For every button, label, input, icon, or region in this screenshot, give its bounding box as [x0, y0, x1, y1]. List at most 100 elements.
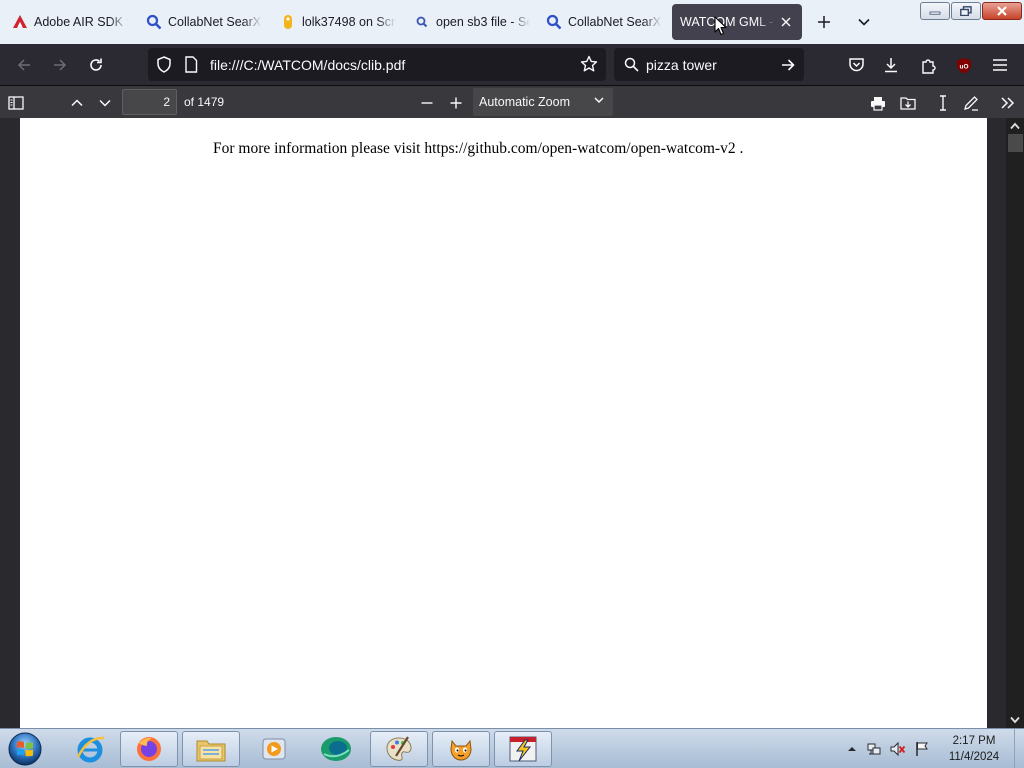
- tab-strip: Adobe AIR SDK f CollabNet SearX lolk3749…: [0, 0, 1024, 44]
- chevron-down-icon: [858, 18, 870, 26]
- plus-icon: [818, 16, 830, 28]
- action-center-flag-icon[interactable]: [914, 741, 930, 757]
- page-icon[interactable]: [184, 56, 198, 78]
- firefox-icon: [137, 737, 161, 761]
- reload-button[interactable]: [83, 52, 109, 78]
- scratch-icon: [280, 14, 296, 30]
- zoom-out-button[interactable]: [414, 90, 440, 116]
- taskbar-scratch[interactable]: [432, 731, 490, 767]
- pencil-icon: [964, 96, 978, 111]
- next-page-button[interactable]: [92, 90, 118, 116]
- tab-collabnet-searx-1[interactable]: CollabNet SearX: [136, 4, 262, 40]
- start-button[interactable]: [6, 731, 44, 767]
- url-text[interactable]: file:///C:/WATCOM/docs/clib.pdf: [210, 57, 405, 73]
- minimize-button[interactable]: [920, 2, 950, 20]
- paint-palette-icon: [386, 736, 412, 761]
- search-icon: [624, 57, 639, 77]
- tools-menu-button[interactable]: [995, 90, 1021, 116]
- back-button[interactable]: [11, 52, 37, 78]
- reload-icon: [90, 58, 102, 71]
- sidebar-toggle-button[interactable]: [3, 90, 29, 116]
- app-menu-button[interactable]: [987, 52, 1013, 78]
- volume-muted-icon[interactable]: [890, 741, 906, 757]
- go-arrow-icon[interactable]: [780, 57, 796, 78]
- address-bar[interactable]: file:///C:/WATCOM/docs/clib.pdf: [148, 48, 606, 81]
- svg-text:uO: uO: [959, 63, 968, 70]
- folder-icon: [196, 740, 226, 762]
- forward-button[interactable]: [47, 52, 73, 78]
- draw-tool-button[interactable]: [958, 90, 984, 116]
- arrow-right-icon: [54, 59, 67, 71]
- ublock-icon: uO: [957, 57, 971, 73]
- pocket-button[interactable]: [843, 52, 869, 78]
- chevron-down-icon: [99, 99, 111, 107]
- list-all-tabs-button[interactable]: [852, 10, 876, 34]
- pocket-icon: [848, 58, 864, 72]
- tab-open-sb3-search[interactable]: open sb3 file - Se: [404, 4, 530, 40]
- green-globe-icon: [321, 737, 351, 761]
- shield-icon[interactable]: [156, 56, 172, 78]
- pdf-toolbar: of 1479 Automatic Zoom: [0, 85, 1024, 118]
- bookmark-star-icon[interactable]: [580, 55, 598, 78]
- printer-icon: [871, 96, 885, 111]
- clock-date: 11/4/2024: [948, 751, 1000, 763]
- chevron-down-icon: [593, 94, 605, 109]
- scroll-thumb[interactable]: [1008, 134, 1023, 152]
- minus-icon: [421, 102, 433, 104]
- taskbar-windows-explorer[interactable]: [182, 731, 240, 767]
- show-hidden-icons-arrow-icon[interactable]: [844, 741, 860, 757]
- scroll-down-arrow-icon[interactable]: [1006, 712, 1024, 728]
- chevron-up-icon: [71, 99, 83, 107]
- ublock-origin-button[interactable]: uO: [951, 52, 977, 78]
- zoom-in-button[interactable]: [443, 90, 469, 116]
- tab-title: WATCOM GML -: [680, 15, 774, 29]
- taskbar-watcom-tool[interactable]: [494, 731, 552, 767]
- downloads-button[interactable]: [878, 52, 904, 78]
- scroll-up-arrow-icon[interactable]: [1006, 118, 1024, 134]
- tab-title: lolk37498 on Scra: [302, 15, 396, 29]
- taskbar-app-green[interactable]: [316, 731, 356, 767]
- adobe-air-icon: [12, 14, 28, 30]
- search-bar[interactable]: pizza tower: [614, 48, 804, 81]
- tab-watcom-gml[interactable]: WATCOM GML -: [672, 4, 802, 40]
- print-button[interactable]: [865, 90, 891, 116]
- page-number-input[interactable]: [122, 89, 177, 115]
- window-controls: [920, 2, 1022, 20]
- search-input[interactable]: pizza tower: [646, 57, 717, 73]
- extensions-button[interactable]: [915, 52, 941, 78]
- previous-page-button[interactable]: [64, 90, 90, 116]
- zoom-select-value: Automatic Zoom: [479, 95, 571, 109]
- show-desktop-button[interactable]: [1014, 729, 1024, 768]
- pdf-page[interactable]: For more information please visit https:…: [20, 118, 987, 728]
- taskbar-paint[interactable]: [370, 731, 428, 767]
- pdf-viewer[interactable]: For more information please visit https:…: [0, 118, 1024, 728]
- mouse-cursor-icon: [714, 16, 727, 36]
- tab-adobe-air-sdk[interactable]: Adobe AIR SDK f: [2, 4, 128, 40]
- clock-time: 2:17 PM: [952, 735, 996, 747]
- download-icon: [885, 58, 897, 73]
- tab-collabnet-searx-2[interactable]: CollabNet SearX: [536, 4, 662, 40]
- new-tab-button[interactable]: [812, 10, 836, 34]
- scratch-cat-icon: [450, 739, 472, 761]
- taskbar-clock[interactable]: 2:17 PM 11/4/2024: [934, 733, 1014, 765]
- tab-scratch[interactable]: lolk37498 on Scra: [270, 4, 396, 40]
- navigation-toolbar: file:///C:/WATCOM/docs/clib.pdf pizza to…: [0, 44, 1024, 85]
- zoom-select[interactable]: Automatic Zoom: [473, 88, 613, 116]
- network-icon[interactable]: [866, 741, 882, 757]
- searx-icon: [546, 14, 562, 30]
- download-icon: [900, 97, 916, 110]
- restore-button[interactable]: [951, 2, 981, 20]
- save-pdf-button[interactable]: [895, 90, 921, 116]
- taskbar-firefox[interactable]: [120, 731, 178, 767]
- close-tab-icon[interactable]: [776, 12, 796, 32]
- arrow-left-icon: [17, 59, 30, 71]
- close-window-button[interactable]: [982, 2, 1022, 20]
- taskbar-media-player[interactable]: [254, 731, 294, 767]
- double-chevron-right-icon: [1001, 97, 1015, 109]
- close-icon: [997, 6, 1007, 16]
- tab-title: Adobe AIR SDK f: [34, 15, 128, 29]
- tab-title: open sb3 file - Se: [436, 15, 530, 29]
- text-tool-button[interactable]: [930, 90, 956, 116]
- taskbar-internet-explorer[interactable]: [70, 731, 110, 767]
- vertical-scrollbar[interactable]: [1006, 118, 1024, 728]
